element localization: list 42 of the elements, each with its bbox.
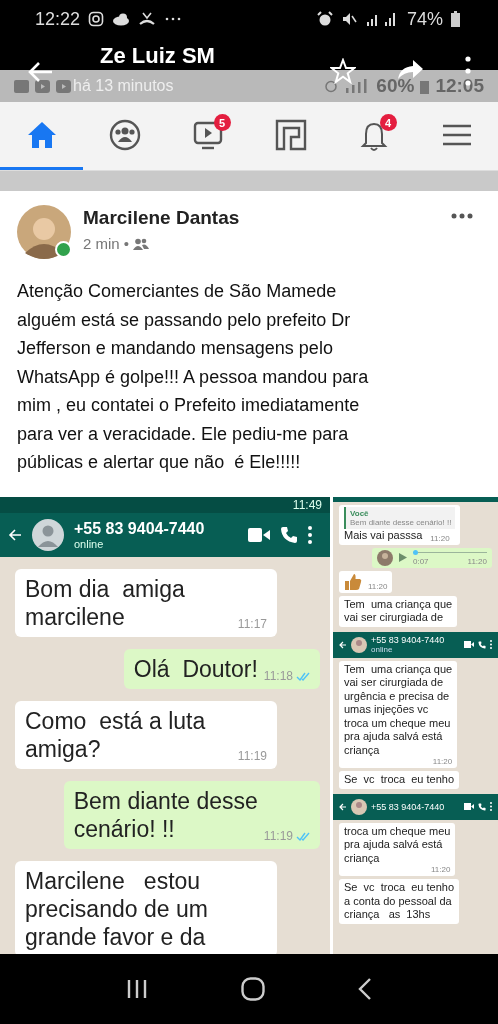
message-time: 11:17	[237, 617, 267, 631]
author-name[interactable]: Marcilene Dantas	[83, 207, 439, 229]
contact-number[interactable]: +55 83 9404-7440	[371, 801, 445, 812]
contact-number[interactable]: +55 83 9404-7440	[74, 520, 205, 539]
post-time: 2 min	[83, 235, 120, 252]
presence-status: online	[371, 645, 394, 654]
message-time: 11:20	[430, 533, 450, 543]
separator-dot: •	[123, 235, 129, 252]
post-text: Atenção Comerciantes de São Mamede alguém está se passando pelo prefeito Dr Jefferson e mandando mensagens pelo WhatsApp é golpe!!! A pessoa mandou para mim , eu contatei o Prefeito imediatamente para ver a veracidade. Ele pediu-me para públicas e alertar que não é Ele!!!!!	[17, 280, 370, 474]
nav-tab[interactable]: 4	[332, 102, 415, 170]
message-time: 11:20	[467, 556, 487, 566]
status-time: 12:22	[35, 8, 81, 30]
message-text: Como está a luta amiga?	[25, 707, 206, 763]
message-time: 11:20	[368, 581, 388, 591]
message-text: Mais vai passsa	[344, 529, 423, 543]
notification-count-badge: 4	[379, 114, 397, 131]
message-time: 11:20	[432, 757, 453, 766]
battery-percentage: 74%	[406, 8, 443, 30]
message-time: 11:18	[263, 669, 293, 683]
message-text: Bom dia amiga marcilene	[25, 575, 185, 631]
quote-author: Você	[350, 509, 370, 518]
message-time: 11:20	[430, 865, 451, 874]
presence-status: online	[74, 538, 105, 551]
status-time: 11:49	[292, 498, 322, 513]
message-text: Se vc troca eu tenho	[344, 773, 455, 787]
voice-duration: 0:07	[413, 556, 429, 566]
battery-percentage: 60%	[376, 75, 415, 97]
message-text: Marcilene estou precisando de um grande favor e da	[25, 867, 208, 951]
message-text: Se vc troca eu tenho a conta do pessoal da criança as 13hs	[344, 881, 455, 922]
message-text: troca um cheque meu pra ajuda salvá está criança	[344, 824, 451, 865]
message-text: Bem diante desse cenário! !!	[73, 787, 258, 843]
message-text: Olá Doutor!	[133, 655, 258, 683]
message-text: Tem uma criança que vai ser cirurgiada de	[344, 597, 453, 625]
contact-number[interactable]: +55 83 9404-7440	[371, 635, 445, 645]
window-title: Ze Luiz SM	[100, 42, 215, 70]
notification-count-badge: 5	[213, 114, 231, 131]
quote-text: Bem diante desse cenário! !!	[350, 518, 452, 527]
message-time: 11:19	[237, 749, 267, 763]
message-text: Tem uma criança que vai ser cirurgiada de urgência e precisa de umas injeções vc troca um cheque meu pra ajuda salvá está criança	[344, 662, 453, 757]
nav-tab[interactable]: 5	[166, 102, 249, 170]
message-time: 11:19	[263, 829, 293, 843]
clock-time: 12:05	[435, 75, 484, 97]
